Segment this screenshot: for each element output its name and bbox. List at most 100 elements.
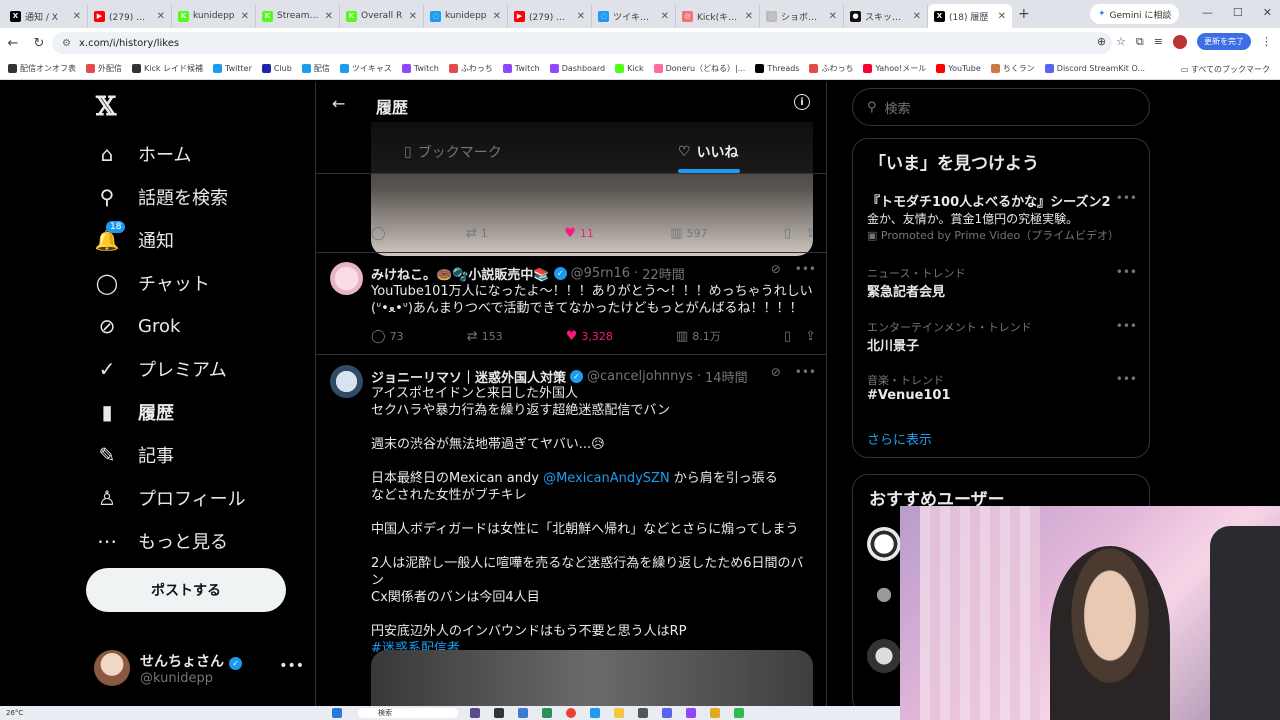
share-icon[interactable]: ⇪ xyxy=(805,226,816,241)
nav-item[interactable]: ◯ チャット xyxy=(94,265,210,301)
retweet-button[interactable]: ⇄ 1 xyxy=(466,226,488,241)
chrome-icon[interactable] xyxy=(566,708,576,718)
browser-tab[interactable]: X (18) 履歴 ✕ xyxy=(928,4,1012,28)
share-icon[interactable]: ⇪ xyxy=(805,329,816,344)
grok-icon[interactable]: ⊘ xyxy=(771,262,781,276)
tweet-author-name[interactable]: みけねこ。🍩🫧小説販売中📚 xyxy=(371,264,550,283)
bookmark-item[interactable]: 配信オンオフ表 xyxy=(8,63,76,74)
account-switcher[interactable]: せんちょさん ✓ @kunidepp ••• xyxy=(94,646,304,690)
close-window-icon[interactable]: ✕ xyxy=(1263,6,1272,19)
profile-avatar[interactable] xyxy=(1173,34,1187,49)
nav-item[interactable]: ✓ プレミアム xyxy=(94,351,227,387)
all-bookmarks-button[interactable]: ▭ すべてのブックマーク xyxy=(1181,64,1270,75)
tweet-time[interactable]: 22時間 xyxy=(642,264,685,283)
browser-tab[interactable]: Kkunidepp ✕ xyxy=(172,4,256,28)
bookmark-item[interactable]: Doneru（どねる）|... xyxy=(653,63,745,74)
tweet-card[interactable]: ジョニーリマソ｜迷惑外国人対策 ✓ @canceljohnnys · 14時間 … xyxy=(330,365,816,656)
browser-tab[interactable]: K Stream - K ✕ xyxy=(256,4,340,28)
show-more-link[interactable]: さらに表示 xyxy=(867,429,932,448)
bookmark-item[interactable]: Yahoo!メール xyxy=(863,63,926,74)
bookmark-item[interactable]: Dashboard xyxy=(549,64,605,73)
bookmark-item[interactable]: ふわっち xyxy=(809,63,853,74)
suggested-user-avatar[interactable] xyxy=(867,583,901,617)
close-tab-icon[interactable]: ✕ xyxy=(325,11,333,22)
tweet-avatar[interactable] xyxy=(330,365,363,398)
more-icon[interactable]: ••• xyxy=(795,262,816,276)
suggested-user-avatar[interactable] xyxy=(867,527,901,561)
reply-button[interactable]: ◯ xyxy=(371,226,390,241)
trend-item[interactable]: 『トモダチ100人よべるかな』シーズン2 金か、友情か。賞金1億円の究極実験。 … xyxy=(867,191,1137,243)
views-button[interactable]: ▥ 8.1万 xyxy=(676,328,721,344)
app-icon[interactable] xyxy=(470,708,480,718)
nav-item[interactable]: ✎ 記事 xyxy=(94,437,174,473)
url-bar[interactable]: ⚙ x.com/i/history/likes xyxy=(52,32,1112,54)
tweet-avatar[interactable] xyxy=(330,262,363,295)
close-tab-icon[interactable]: ✕ xyxy=(409,11,417,22)
nav-item[interactable]: 🔔 18 通知 xyxy=(94,221,174,258)
folder-icon[interactable] xyxy=(614,708,624,718)
browser-tab[interactable]: ◌ kunidepp ✕ xyxy=(424,4,508,28)
bookmark-item[interactable]: ちくラン xyxy=(990,63,1035,74)
nav-item[interactable]: ⌂ ホーム xyxy=(94,136,192,172)
browser-tab[interactable]: ◌ ツイキャス ✕ xyxy=(592,4,676,28)
trend-item[interactable]: エンターテインメント・トレンド 北川景子 ••• xyxy=(867,319,1137,354)
bookmark-item[interactable]: ふわっち xyxy=(448,63,493,74)
more-icon[interactable]: ••• xyxy=(1116,265,1137,279)
tweet-author-name[interactable]: ジョニーリマソ｜迷惑外国人対策 xyxy=(371,367,566,386)
trend-item[interactable]: 音楽・トレンド #Venue101 ••• xyxy=(867,372,1137,403)
app-icon[interactable] xyxy=(518,708,528,718)
grok-icon[interactable]: ⊘ xyxy=(771,365,781,379)
tab-bookmarks[interactable]: ▯ ブックマーク xyxy=(404,142,502,162)
start-icon[interactable] xyxy=(332,708,342,718)
browser-tab[interactable]: X 通知 / X ✕ xyxy=(4,4,88,28)
trend-item[interactable]: ニュース・トレンド 緊急記者会見 ••• xyxy=(867,265,1137,300)
bookmark-item[interactable]: Twitch xyxy=(502,64,540,73)
more-icon[interactable]: ••• xyxy=(1116,319,1137,333)
close-tab-icon[interactable]: ✕ xyxy=(998,11,1006,22)
bookmark-icon[interactable]: ▯ xyxy=(784,226,791,241)
post-button[interactable]: ポストする xyxy=(86,568,286,612)
weather-widget[interactable]: 26°C xyxy=(6,709,23,717)
site-info-icon[interactable]: ⚙ xyxy=(62,38,71,49)
suggested-user-avatar[interactable] xyxy=(867,639,901,673)
minimize-icon[interactable]: — xyxy=(1202,6,1213,19)
bookmark-item[interactable]: Threads xyxy=(755,64,799,73)
mention-link[interactable]: @MexicanAndySZN xyxy=(543,471,670,486)
close-tab-icon[interactable]: ✕ xyxy=(73,11,81,22)
bookmark-item[interactable]: Kick レイド候補 xyxy=(132,63,203,74)
nav-item[interactable]: ⚲ 話題を検索 xyxy=(94,179,228,215)
app-icon[interactable] xyxy=(710,708,720,718)
like-button[interactable]: ♥ 11 xyxy=(564,226,594,241)
views-button[interactable]: ▥ 597 xyxy=(670,226,707,241)
reply-button[interactable]: ◯ 73 xyxy=(371,329,404,344)
bookmark-item[interactable]: YouTube xyxy=(936,64,981,73)
nav-item[interactable]: ▮ 履歴 xyxy=(94,394,174,430)
browser-tab[interactable]: ◌ ショボンKIC ✕ xyxy=(760,4,844,28)
app-icon[interactable] xyxy=(686,708,696,718)
more-icon[interactable]: ••• xyxy=(795,365,816,379)
update-button[interactable]: 更新を完了 xyxy=(1197,33,1251,50)
tweet-time[interactable]: 14時間 xyxy=(705,367,748,386)
close-tab-icon[interactable]: ✕ xyxy=(577,11,585,22)
close-tab-icon[interactable]: ✕ xyxy=(913,11,921,22)
back-arrow-icon[interactable]: ← xyxy=(332,94,345,113)
browser-tab[interactable]: ● スキッパーブ ✕ xyxy=(844,4,928,28)
browser-tab[interactable]: ▶ (279) 雑... ✕ xyxy=(88,4,172,28)
bookmark-item[interactable]: Twitch xyxy=(401,64,439,73)
retweet-button[interactable]: ⇄ 153 xyxy=(467,329,503,344)
bookmark-item[interactable]: Discord StreamKit O... xyxy=(1044,64,1145,73)
info-icon[interactable]: i xyxy=(794,94,810,110)
bookmark-item[interactable]: Club xyxy=(261,64,292,73)
app-icon[interactable] xyxy=(542,708,552,718)
close-tab-icon[interactable]: ✕ xyxy=(241,11,249,22)
app-icon[interactable] xyxy=(734,708,744,718)
more-icon[interactable]: ••• xyxy=(1116,372,1137,386)
browser-tab[interactable]: K Overall R ✕ xyxy=(340,4,424,28)
browser-tab[interactable]: ▶ (279) 雑... ✕ xyxy=(508,4,592,28)
more-icon[interactable]: ••• xyxy=(1116,191,1137,205)
app-icon[interactable] xyxy=(662,708,672,718)
close-tab-icon[interactable]: ✕ xyxy=(829,11,837,22)
x-logo-icon[interactable]: 𝕏 xyxy=(96,92,116,122)
tweet-media-image[interactable] xyxy=(371,650,813,706)
taskbar-search[interactable]: 検索 xyxy=(358,708,458,718)
